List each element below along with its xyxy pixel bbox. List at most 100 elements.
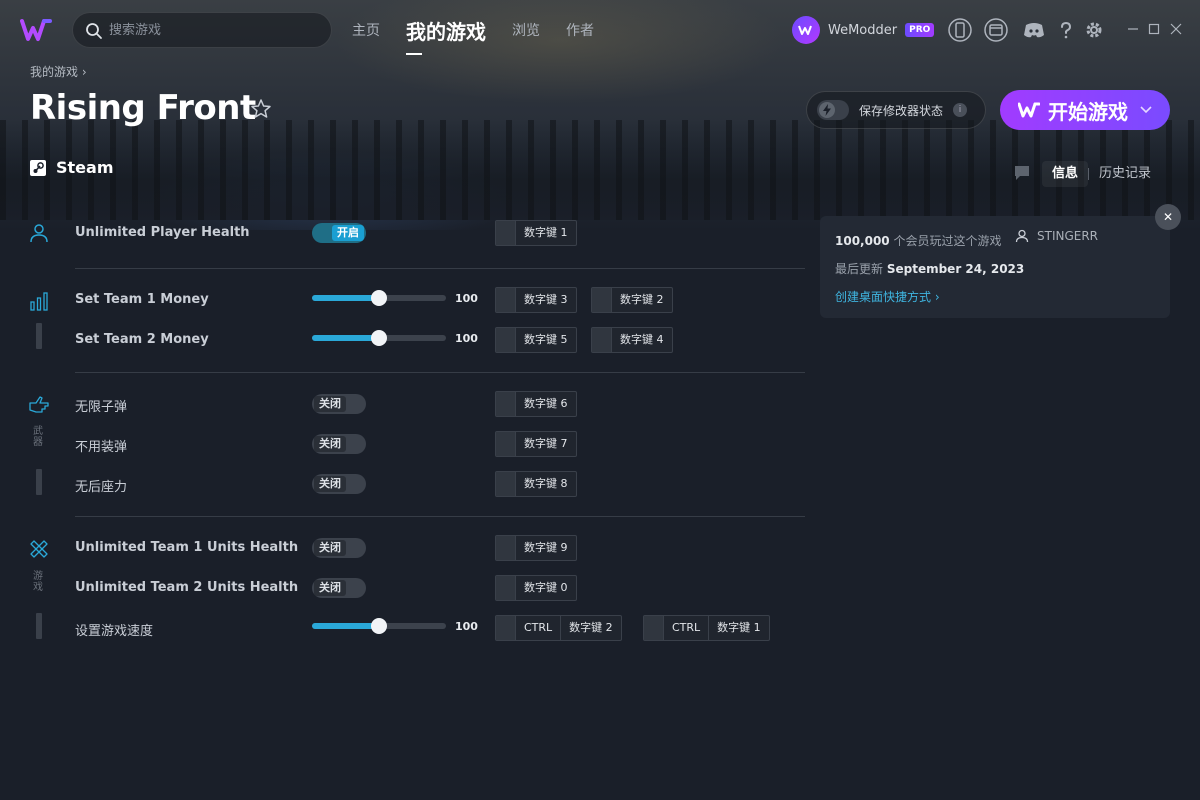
- hotkey-button[interactable]: 数字键 7: [495, 431, 577, 457]
- discord-button[interactable]: [1022, 18, 1046, 42]
- minimize-button[interactable]: [1124, 20, 1142, 38]
- info-icon[interactable]: i: [953, 103, 968, 117]
- hotkey-key: 数字键 5: [524, 333, 568, 346]
- save-mods-knob: [819, 102, 835, 118]
- hotkey-key: 数字键 8: [524, 477, 568, 490]
- hotkey-key: 数字键 2: [560, 616, 621, 640]
- user-menu[interactable]: WeModder PRO: [792, 15, 935, 45]
- device-phone-button[interactable]: [948, 18, 972, 42]
- minimize-icon: [1128, 28, 1138, 30]
- group-bar-game: [36, 613, 42, 639]
- cheat-row: 无后座力 关闭 数字键 8: [75, 471, 805, 497]
- maximize-button[interactable]: [1145, 20, 1163, 38]
- hotkey-button[interactable]: 数字键 6: [495, 391, 577, 417]
- close-info-button[interactable]: ✕: [1155, 204, 1181, 230]
- nav-browse[interactable]: 浏览: [512, 20, 540, 40]
- cheat-toggle[interactable]: 关闭: [312, 538, 366, 558]
- author[interactable]: STINGERR: [1015, 229, 1098, 243]
- cheat-toggle[interactable]: 关闭: [312, 474, 366, 494]
- maximize-icon: [1148, 23, 1160, 35]
- hotkey-button[interactable]: 数字键 4: [591, 327, 673, 353]
- slider-fill: [312, 295, 379, 301]
- cheat-row: Set Team 1 Money 100 数字键 3 数字键 2: [75, 287, 805, 313]
- cheat-slider[interactable]: [312, 290, 446, 306]
- hotkey-cap: [592, 288, 612, 312]
- cheat-toggle[interactable]: 关闭: [312, 434, 366, 454]
- save-mods-label: 保存修改器状态: [859, 103, 944, 118]
- group-divider: [75, 516, 805, 517]
- phone-icon: [948, 18, 972, 42]
- wemod-logo-icon[interactable]: [20, 18, 52, 42]
- slider-thumb[interactable]: [371, 618, 387, 634]
- toggle-state: 关闭: [314, 540, 346, 556]
- username: WeModder: [828, 22, 898, 38]
- search-input[interactable]: [109, 13, 319, 47]
- save-mods-switch[interactable]: [817, 100, 849, 120]
- help-icon: [1061, 21, 1072, 39]
- hotkey-button[interactable]: 数字键 3: [495, 287, 577, 313]
- help-button[interactable]: [1054, 18, 1078, 42]
- cheat-label: 无后座力: [75, 480, 128, 495]
- close-icon: [1170, 23, 1182, 35]
- hotkey-cap: [496, 432, 516, 456]
- cheat-toggle[interactable]: 关闭: [312, 394, 366, 414]
- nav-my-games[interactable]: 我的游戏: [406, 16, 486, 55]
- group-bar-weapons: [36, 469, 42, 495]
- tab-history[interactable]: 历史记录: [1089, 161, 1161, 187]
- hotkey-button[interactable]: CTRL 数字键 1: [643, 615, 770, 641]
- chat-icon[interactable]: [1014, 165, 1030, 181]
- hotkey-key: 数字键 7: [524, 437, 568, 450]
- stats-icon: [30, 292, 48, 311]
- breadcrumb[interactable]: 我的游戏 ›: [30, 63, 87, 80]
- hotkey-cap: [496, 328, 516, 352]
- pro-badge: PRO: [905, 23, 935, 37]
- settings-button[interactable]: [1082, 18, 1106, 42]
- toggle-state: 关闭: [314, 476, 346, 492]
- hotkey-button[interactable]: 数字键 5: [495, 327, 577, 353]
- avatar: [792, 16, 820, 44]
- nav-creators[interactable]: 作者: [566, 20, 594, 40]
- search-box[interactable]: [72, 12, 332, 48]
- platform-indicator: Steam: [30, 158, 114, 177]
- overlay-button[interactable]: [984, 18, 1008, 42]
- cheat-row: 无限子弹 关闭 数字键 6: [75, 391, 805, 417]
- updated-date: September 24, 2023: [886, 262, 1025, 276]
- close-window-button[interactable]: [1167, 20, 1185, 38]
- hotkey-button[interactable]: 数字键 1: [495, 220, 577, 246]
- cheat-toggle[interactable]: 关闭: [312, 578, 366, 598]
- last-updated: 最后更新 September 24, 2023: [835, 260, 1024, 277]
- discord-icon: [1024, 23, 1044, 38]
- main-nav: 主页 我的游戏 浏览 作者: [352, 0, 620, 60]
- tab-info[interactable]: 信息: [1042, 161, 1089, 187]
- hotkey-key: 数字键 9: [524, 541, 568, 554]
- cheat-label: Set Team 2 Money: [75, 332, 209, 347]
- wemod-play-icon: [1018, 102, 1040, 118]
- hotkey-cap: [496, 472, 516, 496]
- hotkey-button[interactable]: 数字键 0: [495, 575, 577, 601]
- play-button[interactable]: 开始游戏: [1000, 90, 1170, 130]
- create-shortcut-link[interactable]: 创建桌面快捷方式 ›: [835, 288, 940, 305]
- players-text: 个会员玩过这个游戏: [893, 234, 1002, 248]
- overlay-icon: [984, 18, 1008, 42]
- hotkey-button[interactable]: 数字键 2: [591, 287, 673, 313]
- hotkey-button[interactable]: 数字键 8: [495, 471, 577, 497]
- slider-thumb[interactable]: [371, 330, 387, 346]
- star-icon[interactable]: [250, 98, 272, 120]
- cheat-slider[interactable]: [312, 330, 446, 346]
- cheat-label: Unlimited Player Health: [75, 225, 250, 240]
- hotkey-key: 数字键 1: [524, 226, 568, 239]
- hotkey-button[interactable]: CTRL 数字键 2: [495, 615, 622, 641]
- weapon-hand-icon: [29, 396, 49, 413]
- hotkey-button[interactable]: 数字键 9: [495, 535, 577, 561]
- chevron-down-icon[interactable]: [1140, 106, 1152, 114]
- cheat-slider[interactable]: [312, 618, 446, 634]
- save-mods-toggle[interactable]: 保存修改器状态 i: [806, 91, 986, 129]
- cheat-row: 不用装弹 关闭 数字键 7: [75, 431, 805, 457]
- group-label-weapons: 武器: [33, 426, 43, 448]
- cheat-toggle[interactable]: 开启: [312, 223, 366, 243]
- hotkey-cap: [496, 536, 516, 560]
- slider-thumb[interactable]: [371, 290, 387, 306]
- nav-home[interactable]: 主页: [352, 20, 380, 40]
- slider-value: 100: [455, 620, 478, 633]
- cheat-row: Unlimited Team 2 Units Health 关闭 数字键 0: [75, 575, 805, 601]
